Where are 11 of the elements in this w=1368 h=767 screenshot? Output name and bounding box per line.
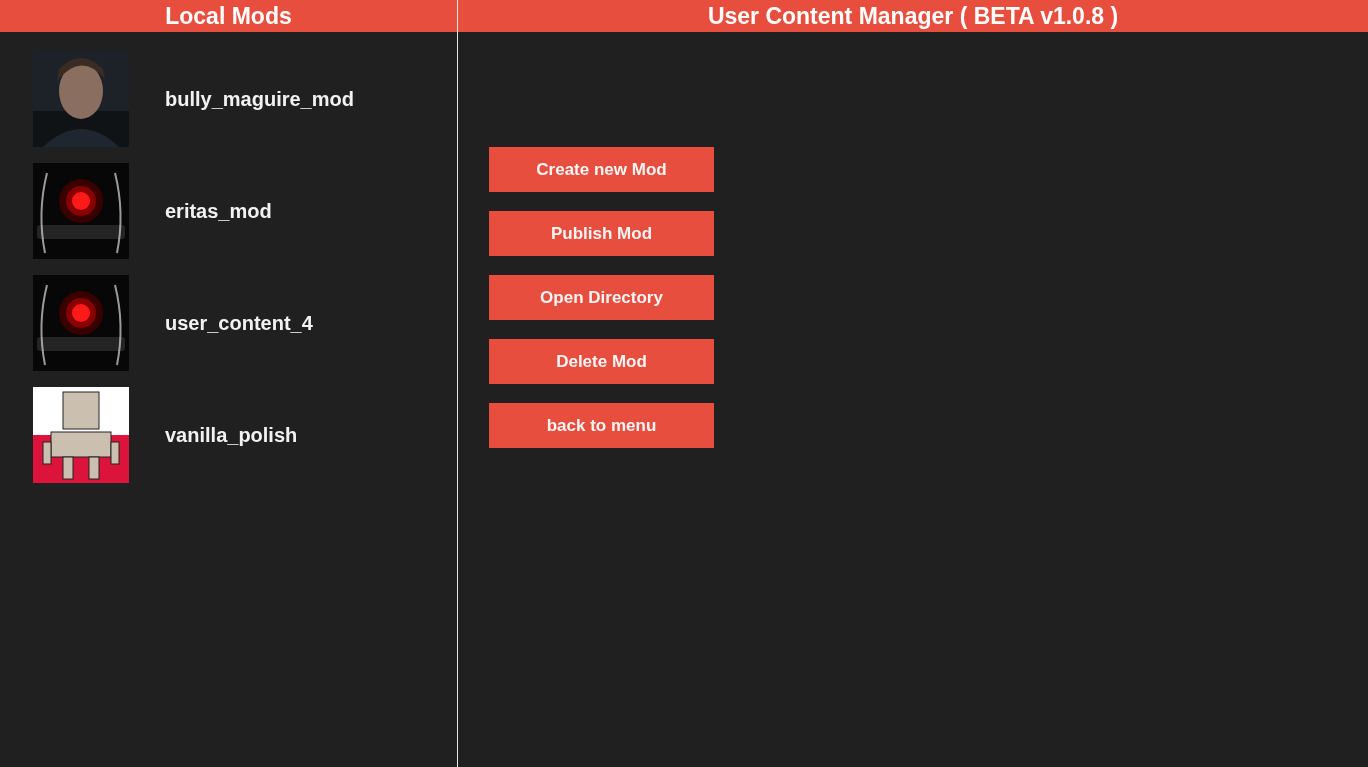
menu-button[interactable]: Create new Mod [489, 147, 714, 192]
menu-button[interactable]: Delete Mod [489, 339, 714, 384]
panel-title: User Content Manager ( BETA v1.0.8 ) [707, 2, 1119, 30]
mod-name[interactable]: vanilla_polish [165, 423, 298, 447]
mod-name[interactable]: eritas_mod [165, 199, 272, 223]
menu-button[interactable]: Publish Mod [489, 211, 714, 256]
mod-name[interactable]: user_content_4 [165, 311, 313, 335]
menu-button[interactable]: Open Directory [489, 275, 714, 320]
panel-title: Local Mods [165, 2, 292, 30]
mod-name[interactable]: bully_maguire_mod [165, 87, 354, 111]
menu-button[interactable]: back to menu [489, 403, 714, 448]
